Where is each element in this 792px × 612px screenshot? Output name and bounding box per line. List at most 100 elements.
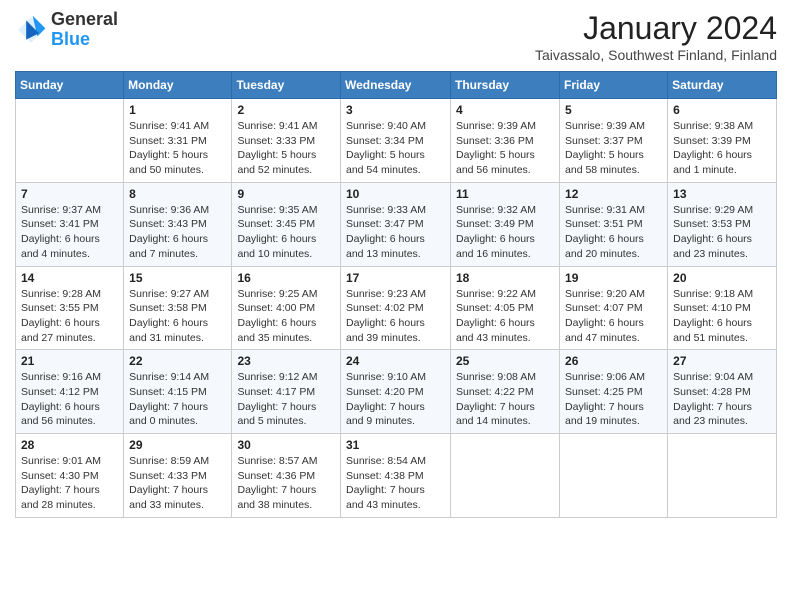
- day-number: 2: [237, 103, 335, 117]
- day-number: 17: [346, 271, 445, 285]
- day-info: Sunrise: 9:10 AM Sunset: 4:20 PM Dayligh…: [346, 370, 445, 429]
- day-number: 24: [346, 354, 445, 368]
- calendar-cell: 10 Sunrise: 9:33 AM Sunset: 3:47 PM Dayli…: [341, 182, 451, 266]
- day-number: 13: [673, 187, 771, 201]
- weekday-header-row: SundayMondayTuesdayWednesdayThursdayFrid…: [16, 72, 777, 99]
- calendar-cell: 25 Sunrise: 9:08 AM Sunset: 4:22 PM Dayli…: [451, 350, 560, 434]
- day-number: 3: [346, 103, 445, 117]
- day-number: 23: [237, 354, 335, 368]
- calendar-cell: 13 Sunrise: 9:29 AM Sunset: 3:53 PM Dayli…: [668, 182, 777, 266]
- calendar-cell: 24 Sunrise: 9:10 AM Sunset: 4:20 PM Dayli…: [341, 350, 451, 434]
- day-number: 30: [237, 438, 335, 452]
- calendar-cell: 28 Sunrise: 9:01 AM Sunset: 4:30 PM Dayli…: [16, 434, 124, 518]
- logo-general: General: [51, 10, 118, 30]
- day-info: Sunrise: 9:20 AM Sunset: 4:07 PM Dayligh…: [565, 287, 662, 346]
- calendar-cell: 5 Sunrise: 9:39 AM Sunset: 3:37 PM Daylig…: [560, 99, 668, 183]
- weekday-header: Sunday: [16, 72, 124, 99]
- calendar-cell: 2Sunrise: 9:41 AM Sunset: 3:33 PM Daylig…: [232, 99, 341, 183]
- day-number: 20: [673, 271, 771, 285]
- day-info: Sunrise: 9:28 AM Sunset: 3:55 PM Dayligh…: [21, 287, 118, 346]
- calendar-week-row: 7 Sunrise: 9:37 AM Sunset: 3:41 PM Daylig…: [16, 182, 777, 266]
- day-number: 7: [21, 187, 118, 201]
- calendar-cell: 22 Sunrise: 9:14 AM Sunset: 4:15 PM Dayli…: [124, 350, 232, 434]
- day-number: 29: [129, 438, 226, 452]
- calendar-cell: 20Sunrise: 9:18 AM Sunset: 4:10 PM Dayli…: [668, 266, 777, 350]
- calendar-cell: 27 Sunrise: 9:04 AM Sunset: 4:28 PM Dayli…: [668, 350, 777, 434]
- calendar-cell: 26Sunrise: 9:06 AM Sunset: 4:25 PM Dayli…: [560, 350, 668, 434]
- calendar-cell: 23 Sunrise: 9:12 AM Sunset: 4:17 PM Dayli…: [232, 350, 341, 434]
- day-info: Sunrise: 9:23 AM Sunset: 4:02 PM Dayligh…: [346, 287, 445, 346]
- calendar-cell: 18Sunrise: 9:22 AM Sunset: 4:05 PM Dayli…: [451, 266, 560, 350]
- day-number: 5: [565, 103, 662, 117]
- day-number: 1: [129, 103, 226, 117]
- calendar-cell: 8 Sunrise: 9:36 AM Sunset: 3:43 PM Daylig…: [124, 182, 232, 266]
- calendar-week-row: 1 Sunrise: 9:41 AM Sunset: 3:31 PM Daylig…: [16, 99, 777, 183]
- day-info: Sunrise: 9:14 AM Sunset: 4:15 PM Dayligh…: [129, 370, 226, 429]
- day-info: Sunrise: 9:37 AM Sunset: 3:41 PM Dayligh…: [21, 203, 118, 262]
- header: General Blue January 2024 Taivassalo, So…: [15, 10, 777, 63]
- day-number: 12: [565, 187, 662, 201]
- day-number: 27: [673, 354, 771, 368]
- day-number: 22: [129, 354, 226, 368]
- day-info: Sunrise: 9:38 AM Sunset: 3:39 PM Dayligh…: [673, 119, 771, 178]
- day-number: 19: [565, 271, 662, 285]
- day-info: Sunrise: 9:33 AM Sunset: 3:47 PM Dayligh…: [346, 203, 445, 262]
- day-number: 21: [21, 354, 118, 368]
- page: General Blue January 2024 Taivassalo, So…: [0, 0, 792, 612]
- day-info: Sunrise: 9:27 AM Sunset: 3:58 PM Dayligh…: [129, 287, 226, 346]
- weekday-header: Friday: [560, 72, 668, 99]
- weekday-header: Thursday: [451, 72, 560, 99]
- day-number: 11: [456, 187, 554, 201]
- day-number: 16: [237, 271, 335, 285]
- day-info: Sunrise: 9:04 AM Sunset: 4:28 PM Dayligh…: [673, 370, 771, 429]
- day-info: Sunrise: 9:36 AM Sunset: 3:43 PM Dayligh…: [129, 203, 226, 262]
- calendar-cell: 15 Sunrise: 9:27 AM Sunset: 3:58 PM Dayli…: [124, 266, 232, 350]
- day-info: Sunrise: 9:40 AM Sunset: 3:34 PM Dayligh…: [346, 119, 445, 178]
- calendar-cell: [668, 434, 777, 518]
- day-info: Sunrise: 9:29 AM Sunset: 3:53 PM Dayligh…: [673, 203, 771, 262]
- logo-text: General Blue: [51, 10, 118, 50]
- month-title: January 2024: [535, 10, 777, 47]
- day-number: 8: [129, 187, 226, 201]
- calendar-cell: 4Sunrise: 9:39 AM Sunset: 3:36 PM Daylig…: [451, 99, 560, 183]
- weekday-header: Saturday: [668, 72, 777, 99]
- day-info: Sunrise: 9:32 AM Sunset: 3:49 PM Dayligh…: [456, 203, 554, 262]
- weekday-header: Monday: [124, 72, 232, 99]
- logo: General Blue: [15, 10, 118, 50]
- day-info: Sunrise: 9:31 AM Sunset: 3:51 PM Dayligh…: [565, 203, 662, 262]
- day-info: Sunrise: 9:06 AM Sunset: 4:25 PM Dayligh…: [565, 370, 662, 429]
- calendar-cell: [451, 434, 560, 518]
- day-number: 28: [21, 438, 118, 452]
- day-info: Sunrise: 9:01 AM Sunset: 4:30 PM Dayligh…: [21, 454, 118, 513]
- calendar-cell: 11 Sunrise: 9:32 AM Sunset: 3:49 PM Dayli…: [451, 182, 560, 266]
- calendar-cell: 30 Sunrise: 8:57 AM Sunset: 4:36 PM Dayli…: [232, 434, 341, 518]
- day-number: 14: [21, 271, 118, 285]
- day-number: 10: [346, 187, 445, 201]
- day-info: Sunrise: 9:16 AM Sunset: 4:12 PM Dayligh…: [21, 370, 118, 429]
- day-info: Sunrise: 9:22 AM Sunset: 4:05 PM Dayligh…: [456, 287, 554, 346]
- calendar-week-row: 21 Sunrise: 9:16 AM Sunset: 4:12 PM Dayli…: [16, 350, 777, 434]
- calendar-week-row: 14 Sunrise: 9:28 AM Sunset: 3:55 PM Dayli…: [16, 266, 777, 350]
- location: Taivassalo, Southwest Finland, Finland: [535, 47, 777, 63]
- day-info: Sunrise: 9:39 AM Sunset: 3:37 PM Dayligh…: [565, 119, 662, 178]
- day-info: Sunrise: 9:08 AM Sunset: 4:22 PM Dayligh…: [456, 370, 554, 429]
- day-info: Sunrise: 9:35 AM Sunset: 3:45 PM Dayligh…: [237, 203, 335, 262]
- calendar-cell: 7 Sunrise: 9:37 AM Sunset: 3:41 PM Daylig…: [16, 182, 124, 266]
- day-info: Sunrise: 9:41 AM Sunset: 3:31 PM Dayligh…: [129, 119, 226, 178]
- calendar-cell: [560, 434, 668, 518]
- day-number: 25: [456, 354, 554, 368]
- day-info: Sunrise: 8:57 AM Sunset: 4:36 PM Dayligh…: [237, 454, 335, 513]
- day-number: 15: [129, 271, 226, 285]
- calendar-cell: 21 Sunrise: 9:16 AM Sunset: 4:12 PM Dayli…: [16, 350, 124, 434]
- day-number: 9: [237, 187, 335, 201]
- weekday-header: Wednesday: [341, 72, 451, 99]
- calendar-cell: [16, 99, 124, 183]
- day-info: Sunrise: 9:25 AM Sunset: 4:00 PM Dayligh…: [237, 287, 335, 346]
- day-info: Sunrise: 9:12 AM Sunset: 4:17 PM Dayligh…: [237, 370, 335, 429]
- day-info: Sunrise: 8:59 AM Sunset: 4:33 PM Dayligh…: [129, 454, 226, 513]
- calendar-cell: 3 Sunrise: 9:40 AM Sunset: 3:34 PM Daylig…: [341, 99, 451, 183]
- calendar-cell: 17 Sunrise: 9:23 AM Sunset: 4:02 PM Dayli…: [341, 266, 451, 350]
- title-block: January 2024 Taivassalo, Southwest Finla…: [535, 10, 777, 63]
- calendar-cell: 12 Sunrise: 9:31 AM Sunset: 3:51 PM Dayli…: [560, 182, 668, 266]
- calendar-cell: 16 Sunrise: 9:25 AM Sunset: 4:00 PM Dayli…: [232, 266, 341, 350]
